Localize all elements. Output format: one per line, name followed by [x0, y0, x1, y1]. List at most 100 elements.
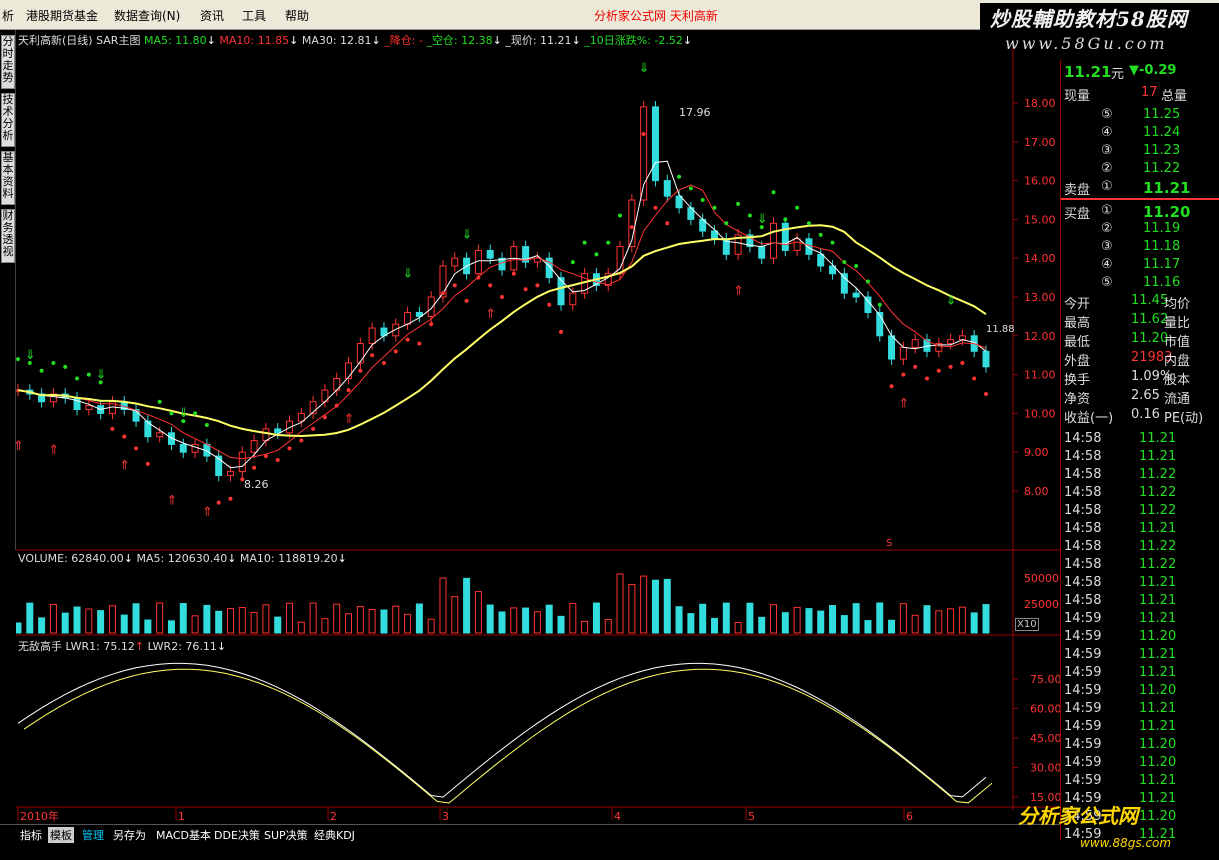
volume-bar	[16, 622, 22, 634]
volume-bar	[829, 605, 837, 634]
candle-body	[85, 405, 93, 411]
volume-bar	[120, 614, 128, 634]
sar-dot	[795, 205, 800, 210]
buy-level: ④ 11.17	[1101, 257, 1181, 272]
sar-dot	[913, 364, 918, 369]
sar-dot	[370, 353, 375, 358]
candle-body	[451, 257, 459, 267]
volume-bar	[510, 607, 518, 634]
volume-bar	[628, 584, 636, 634]
sar-dot	[877, 302, 882, 307]
candle-body	[156, 432, 164, 438]
sar-dot	[51, 360, 56, 365]
volume-bar	[663, 578, 671, 634]
sell-marker: S	[886, 538, 892, 549]
volume-bar	[73, 606, 81, 634]
sar-dot	[736, 201, 741, 206]
volume-bar	[781, 612, 789, 634]
quote-panel: 11.21 元 ▼-0.29 现量 17 总量 ⑤ 11.25 ④ 11.24 ③ 11.23 ② 11.…	[1060, 60, 1219, 842]
sar-dot	[535, 283, 540, 288]
logo: 分析家公式网	[1018, 800, 1138, 829]
sar-dot	[559, 329, 564, 334]
buy-arrow: ⇑	[16, 439, 24, 454]
sar-dot	[936, 368, 941, 373]
window-title: 分析家公式网 天利高新	[594, 9, 718, 23]
menu-item-hk-futures[interactable]: 港股期货基金	[26, 7, 98, 24]
tick-row: 14:59 11.21	[1064, 701, 1177, 716]
sar-dot	[216, 500, 221, 505]
tick-row: 14:59 11.20	[1064, 737, 1177, 752]
tab-indicator[interactable]: 指标	[18, 827, 44, 843]
price-axis-label: 18.00	[1024, 97, 1056, 110]
volume-bar	[286, 602, 294, 634]
sar-dot	[865, 279, 870, 284]
tab-technical[interactable]: 技术分析	[1, 93, 15, 147]
stat-row: 外盘 21983 内盘	[1064, 350, 1191, 369]
logo-url: www.88gs.com	[1080, 836, 1172, 850]
stat-row: 换手 1.09% 股本	[1064, 369, 1191, 388]
sar-dot	[712, 205, 717, 210]
tick-row: 14:59 11.21	[1064, 611, 1177, 626]
tick-row: 14:59 11.20	[1064, 683, 1177, 698]
price-chart: 18.0017.0016.0015.0014.0013.0012.0011.00…	[16, 48, 1060, 823]
candle-body	[262, 428, 270, 442]
menu-item-analysis[interactable]: 析	[2, 7, 14, 24]
sar-dot	[122, 434, 127, 439]
tab-dde[interactable]: DDE决策	[212, 827, 262, 843]
tab-financials[interactable]: 财务透视	[1, 209, 15, 263]
sar-dot	[688, 186, 693, 191]
candle-body	[486, 249, 494, 259]
tab-fundamentals[interactable]: 基本资料	[1, 151, 15, 205]
sar-dot	[854, 263, 859, 268]
sar-dot	[818, 232, 823, 237]
sar-dot	[901, 372, 906, 377]
sar-dot	[724, 221, 729, 226]
sar-dot	[830, 240, 835, 245]
tick-row: 14:59 11.21	[1064, 773, 1177, 788]
tab-intraday[interactable]: 分时走势	[1, 35, 15, 89]
sar-dot	[452, 283, 457, 288]
volume-bar	[710, 617, 718, 634]
sar-dot	[145, 461, 150, 466]
volume-bar	[770, 604, 778, 634]
volume-bar	[746, 602, 754, 634]
chart-area[interactable]: 天利高新(日线) SAR主图 MA5: 11.80↓ MA10: 11.85↓ …	[16, 30, 1060, 825]
sar-dot	[806, 221, 811, 226]
volume-bar	[840, 615, 848, 634]
tick-row: 14:58 11.22	[1064, 557, 1177, 572]
stat-row: 收益(一) 0.16 PE(动)	[1064, 407, 1204, 426]
sar-dot	[653, 205, 658, 210]
volume-bar	[463, 577, 471, 634]
sar-dot	[984, 392, 988, 396]
sar-dot	[16, 357, 20, 362]
tab-manage[interactable]: 管理	[80, 827, 106, 843]
volume-bar	[226, 607, 234, 634]
menu-item-news[interactable]: 资讯	[200, 7, 224, 24]
volume-bar	[911, 614, 919, 634]
volume-row: 现量 17 总量	[1064, 85, 1188, 104]
candle-body	[864, 296, 872, 314]
date-axis-label: 2010年	[20, 809, 59, 823]
tab-macd[interactable]: MACD基本	[154, 827, 213, 843]
volume-bar	[888, 619, 896, 634]
tab-save-as[interactable]: 另存为	[111, 827, 148, 843]
volume-bar	[522, 607, 530, 634]
volume-axis-label: 25000	[1024, 598, 1059, 611]
menu-item-tools[interactable]: 工具	[242, 7, 266, 24]
price-axis-label: 15.00	[1024, 213, 1056, 226]
tab-template[interactable]: 模板	[48, 827, 74, 843]
menu-item-help[interactable]: 帮助	[285, 7, 309, 24]
sell-arrow: ⇓	[946, 294, 957, 309]
last-annotation: 11.88	[986, 324, 1015, 335]
menu-item-data-query[interactable]: 数据查询(N)	[114, 7, 180, 24]
volume-bar	[899, 603, 907, 634]
sar-dot	[381, 360, 386, 365]
tab-kdj[interactable]: 经典KDJ	[312, 827, 357, 843]
volume-bar	[533, 611, 541, 634]
candle-body	[947, 339, 955, 345]
candle-body	[250, 440, 258, 453]
sar-dot	[405, 337, 410, 342]
sar-dot	[783, 217, 788, 222]
volume-bar	[935, 610, 943, 634]
tab-sup[interactable]: SUP决策	[262, 827, 310, 843]
